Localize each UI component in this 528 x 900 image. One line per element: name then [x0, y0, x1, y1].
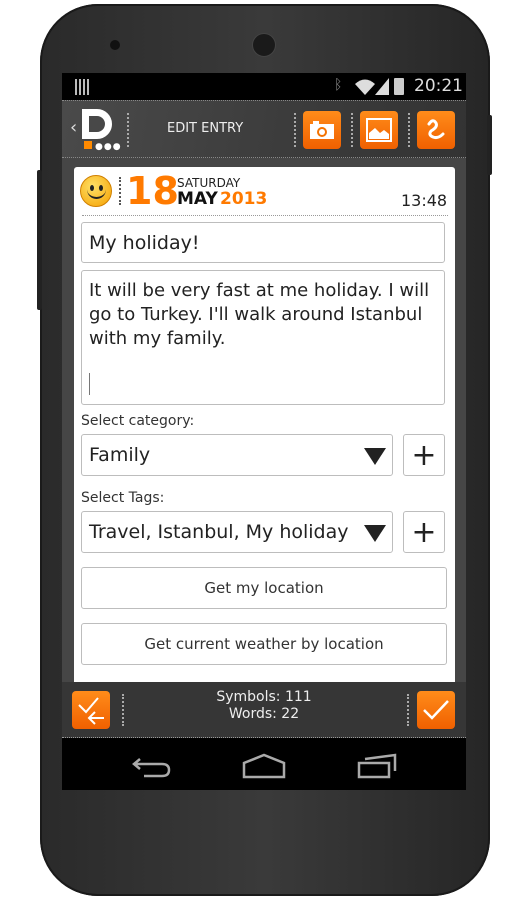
divider: [351, 113, 353, 147]
power-button: [487, 115, 492, 175]
app-logo: [82, 109, 112, 139]
action-bar: ‹ ●●● EDIT ENTRY: [62, 100, 466, 158]
mood-smiley-icon[interactable]: [80, 175, 112, 207]
divider: [127, 113, 129, 147]
text-cursor: [89, 373, 90, 395]
divider: [408, 113, 410, 147]
divider: [407, 694, 409, 726]
signal-icon: [375, 78, 389, 95]
title-input[interactable]: My holiday!: [81, 222, 445, 263]
tags-value: Travel, Istanbul, My holiday: [89, 521, 349, 543]
clock: 20:21: [414, 76, 463, 96]
image-icon: [366, 118, 392, 142]
check-back-icon: [78, 697, 104, 725]
tags-dropdown[interactable]: Travel, Istanbul, My holiday: [81, 511, 393, 553]
words-count: Words: 22: [228, 706, 300, 722]
camera-button[interactable]: [303, 111, 341, 149]
symbols-count: Symbols: 111: [216, 689, 312, 705]
category-label: Select category:: [81, 413, 195, 429]
add-category-button[interactable]: +: [403, 434, 445, 476]
front-camera: [110, 40, 120, 50]
logo-dots: ●●●: [95, 142, 122, 152]
category-dropdown[interactable]: Family: [81, 434, 393, 476]
speaker: [252, 33, 276, 57]
entry-time[interactable]: 13:48: [401, 191, 447, 210]
plus-icon: +: [411, 437, 437, 473]
drawing-button[interactable]: [417, 111, 455, 149]
tags-label: Select Tags:: [81, 490, 165, 506]
divider: [119, 177, 121, 205]
camera-icon: [310, 121, 334, 139]
divider: [122, 694, 124, 726]
home-nav-button[interactable]: [242, 753, 286, 779]
dropdown-arrow-icon: [364, 448, 386, 465]
screen-title: EDIT ENTRY: [167, 121, 244, 136]
get-weather-button[interactable]: Get current weather by location: [81, 623, 447, 665]
add-tag-button[interactable]: +: [403, 511, 445, 553]
back-logo-button[interactable]: ‹ ●●●: [66, 103, 122, 155]
drawing-icon: [427, 119, 445, 140]
wifi-icon: [355, 79, 375, 95]
bottom-bar: Symbols: 111 Words: 22: [62, 682, 466, 738]
status-bar: ᛒ 20:21: [62, 73, 466, 100]
plus-icon: +: [411, 514, 437, 550]
entry-year: 2013: [220, 189, 268, 209]
dropdown-arrow-icon: [364, 525, 386, 542]
back-nav-button[interactable]: [132, 755, 172, 779]
save-and-back-button[interactable]: [72, 691, 110, 729]
entry-weekday: SATURDAY: [177, 176, 241, 190]
category-value: Family: [89, 444, 151, 466]
counts: Symbols: 111 Words: 22: [162, 689, 366, 723]
logo-square: [84, 141, 92, 149]
volume-button: [37, 170, 42, 310]
body-text: It will be very fast at me holiday. I wi…: [89, 280, 430, 349]
battery-icon: [394, 78, 404, 95]
divider: [82, 215, 448, 216]
entry-month: MAY: [177, 189, 218, 209]
back-chevron-icon: ‹: [70, 117, 78, 138]
entry-day: 18: [126, 169, 179, 213]
entry-panel: 18 SATURDAY MAY 2013 13:48 My holiday! I…: [74, 167, 455, 687]
body-textarea[interactable]: It will be very fast at me holiday. I wi…: [81, 270, 445, 405]
get-location-button[interactable]: Get my location: [81, 567, 447, 609]
save-button[interactable]: [417, 691, 455, 729]
divider: [294, 113, 296, 147]
check-icon: [423, 700, 449, 720]
recents-nav-button[interactable]: [357, 753, 399, 779]
screen: ᛒ 20:21 ‹ ●●● EDIT ENTRY 18 SATURDAY MAY…: [62, 73, 466, 790]
navigation-bar: [62, 738, 466, 790]
bluetooth-icon: ᛒ: [334, 77, 343, 93]
image-button[interactable]: [360, 111, 398, 149]
content-area: 18 SATURDAY MAY 2013 13:48 My holiday! I…: [62, 158, 466, 687]
notification-icon: [75, 79, 89, 95]
